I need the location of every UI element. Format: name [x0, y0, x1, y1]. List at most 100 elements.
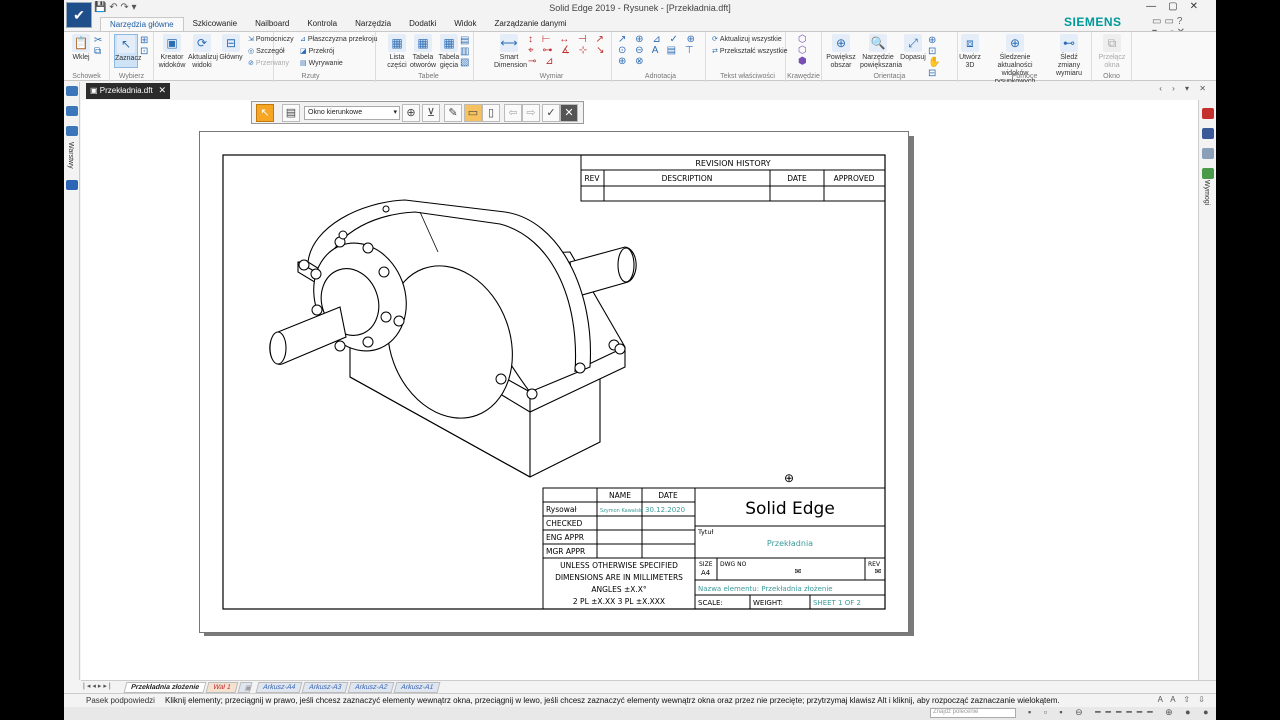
switch-windows-button[interactable]: ⧉ Przełącz okna: [1096, 34, 1128, 70]
select-options-icons[interactable]: ⊞ ⊡: [140, 35, 152, 57]
library-icon[interactable]: [66, 86, 78, 96]
help-icon[interactable]: [66, 180, 78, 190]
sheet-tab-arkusz-a4[interactable]: Arkusz-A4: [255, 682, 303, 693]
select-filter-button[interactable]: ⊻: [422, 104, 440, 122]
tab-szkicowanie[interactable]: Szkicowanie: [184, 17, 246, 31]
breakout-button[interactable]: ▤ Wyrywanie: [300, 59, 343, 69]
sheet-nav-arrows[interactable]: |◂◂▸▸|: [83, 682, 113, 690]
select-check-button[interactable]: ✎: [444, 104, 462, 122]
tab-narzedzia[interactable]: Narzędzia: [346, 17, 400, 31]
tb-element-name[interactable]: Nazwa elementu: Przekładnia złożenie: [698, 585, 833, 593]
paste-button[interactable]: 📋 Wklej: [70, 34, 92, 62]
tb-note-1: UNLESS OTHERWISE SPECIFIED: [560, 561, 678, 570]
table-extra-icons[interactable]: ▤ ▥ ▧: [460, 35, 472, 68]
window-select-button[interactable]: ▭: [464, 104, 482, 122]
update-views-button[interactable]: ⟳ Aktualizuj widoki: [188, 34, 218, 70]
select-tool-button[interactable]: ↖: [256, 104, 274, 122]
rev-col-rev: REV: [584, 174, 600, 183]
layers-panel-label[interactable]: Warstwy: [67, 142, 74, 169]
tab-nailboard[interactable]: Nailboard: [246, 17, 298, 31]
requirements-panel-label[interactable]: Wymogi: [1203, 180, 1210, 205]
bend-table-button[interactable]: ▦ Tabela gięcia: [438, 34, 460, 70]
auxiliary-button[interactable]: ⇲ Pomocniczy: [248, 35, 294, 45]
cancel-button[interactable]: ✕: [560, 104, 578, 122]
principal-view-button[interactable]: ⊟ Główny: [218, 34, 244, 62]
hole-table-button[interactable]: ▦ Tabela otworów: [410, 34, 436, 70]
cut-copy-icons[interactable]: ✂ ⧉: [94, 35, 106, 57]
tab-dodatki[interactable]: Dodatki: [400, 17, 445, 31]
tb-size-label: SIZE: [699, 561, 713, 568]
track-dimension-changes-button[interactable]: ⊷ Śledź zmiany wymiaru: [1050, 34, 1088, 78]
title-block: NAME DATE Rysował Szymon Kawalski 30.12.…: [542, 487, 886, 610]
select-button[interactable]: ↖ Zaznacz: [114, 34, 141, 68]
smart-dimension-button[interactable]: ⟷ Smart Dimension: [494, 34, 527, 70]
options-button[interactable]: ▤: [282, 104, 300, 122]
tab-widok[interactable]: Widok: [445, 17, 485, 31]
gearbox-drawing[interactable]: [269, 199, 637, 478]
tb-company-name[interactable]: Solid Edge: [745, 499, 835, 519]
facebook-icon[interactable]: [1202, 128, 1214, 139]
find-command-input[interactable]: Znajdź polecenie: [930, 708, 1016, 718]
broken-button[interactable]: ⊘ Przerwany: [248, 59, 289, 69]
group-okno: ⧉ Przełącz okna Okno: [1092, 32, 1132, 82]
drawing-sheet[interactable]: REVISION HISTORY REV DESCRIPTION DATE AP…: [199, 131, 909, 633]
arrow-cursor-icon: ↖: [260, 107, 270, 119]
sheet-tab-przekladnia-zlozenie[interactable]: Przekładnia złożenie: [123, 682, 207, 693]
tab-zarzadzanie-danymi[interactable]: Zarządzanie danymi: [485, 17, 575, 31]
sheet-manager-icon[interactable]: [66, 106, 78, 116]
left-dock: Warstwy: [64, 82, 80, 680]
sheet-tab-blank[interactable]: ▣: [237, 682, 253, 693]
cutting-plane-button[interactable]: ⊿ Płaszczyzna przekroju: [300, 35, 378, 45]
annotation-tools-icons[interactable]: ↗ ⊕ ⊿ ✓ ⊕ ⊙ ⊖ A ▤ ⊤ ⊕ ⊗: [618, 34, 704, 67]
edge-tools-icons[interactable]: ⬡ ⬡ ⬢: [798, 34, 810, 67]
sheet-tab-arkusz-a2[interactable]: Arkusz-A2: [347, 682, 395, 693]
view-wizard-button[interactable]: ▣ Kreator widoków: [158, 34, 186, 70]
window-controls[interactable]: —▢✕: [1146, 1, 1210, 12]
forward-button[interactable]: ⇨: [522, 104, 540, 122]
sheet-tab-wal-1[interactable]: Wał 1: [205, 682, 239, 693]
requirements-icon[interactable]: [1202, 168, 1214, 179]
selection-mode-dropdown[interactable]: Okno kierunkowe ▾: [304, 106, 400, 120]
accept-button[interactable]: ✓: [542, 104, 560, 122]
zoom-tool-button[interactable]: 🔍 Narzędzie powiększania: [860, 34, 902, 70]
drawing-canvas[interactable]: REVISION HISTORY REV DESCRIPTION DATE AP…: [81, 100, 1198, 680]
parts-list-button[interactable]: ▦ Lista części: [386, 34, 408, 70]
tb-scale-label: SCALE:: [698, 599, 723, 607]
document-tab[interactable]: ▣ Przekładnia.dft ✕: [86, 83, 170, 99]
sheet-tab-arkusz-a3[interactable]: Arkusz-A3: [301, 682, 349, 693]
update-all-button[interactable]: ⟳ Aktualizuj wszystkie: [712, 35, 782, 45]
sheet-tab-bar: |◂◂▸▸| Przekładnia złożenie Wał 1 ▣ Arku…: [81, 680, 1216, 693]
tb-row-checked-label: CHECKED: [546, 519, 583, 528]
fit-button[interactable]: ⤢ Dopasuj: [900, 34, 926, 62]
layers-icon[interactable]: [66, 126, 78, 136]
document-nav-arrows[interactable]: ‹ › ▾ ✕: [1159, 84, 1210, 93]
tb-row-drawn-name[interactable]: Szymon Kawalski: [600, 508, 643, 514]
tb-title-value[interactable]: Przekładnia: [767, 539, 813, 548]
inside-select-button[interactable]: ▯: [482, 104, 500, 122]
font-size-controls[interactable]: A A ⇧ ⇩: [1158, 695, 1208, 704]
right-letterbox: [1216, 0, 1280, 720]
section-button[interactable]: ◪ Przekrój: [300, 47, 334, 57]
dimension-tools-icons[interactable]: ↕ ⊢ ↔ ⊣ ↗ ⌖ ⊶ ∡ ⊹ ↘ ⊸ ⊿: [528, 34, 610, 67]
tab-narzedzia-glowne[interactable]: Narzędzia główne: [100, 17, 184, 31]
arrow-right-icon: ⇨: [526, 107, 536, 119]
prompt-bar-label[interactable]: Pasek podpowiedzi: [86, 696, 155, 705]
sheet-tab-arkusz-a1[interactable]: Arkusz-A1: [393, 682, 441, 693]
status-icons[interactable]: ▪ ▫ ▪ ⊖ ━━━━━━ ⊕ ● ●: [1028, 707, 1214, 718]
application-menu-button[interactable]: ✔: [66, 2, 92, 28]
convert-all-button[interactable]: ⇄ Przekształć wszystkie: [712, 47, 788, 57]
detail-button[interactable]: ◎ Szczegół: [248, 47, 285, 57]
filter-icon: ⊻: [426, 107, 436, 119]
youtube-icon[interactable]: [1202, 108, 1214, 119]
back-button[interactable]: ⇦: [504, 104, 522, 122]
create-3d-button[interactable]: ⧈ Utwórz 3D: [958, 34, 982, 70]
tab-kontrola[interactable]: Kontrola: [298, 17, 346, 31]
web-icon[interactable]: [1202, 148, 1214, 159]
cutting-plane-icon: ⊿: [300, 36, 306, 43]
zoom-area-button[interactable]: ⊕ Powiększ obszar: [826, 34, 856, 70]
tb-row-drawn-date[interactable]: 30.12.2020: [645, 506, 685, 514]
siemens-logo: SIEMENS: [1064, 15, 1122, 29]
select-add-button[interactable]: ⊕: [402, 104, 420, 122]
close-document-icon[interactable]: ✕: [158, 85, 166, 96]
tb-row-mgr-appr-label: MGR APPR: [546, 547, 585, 556]
